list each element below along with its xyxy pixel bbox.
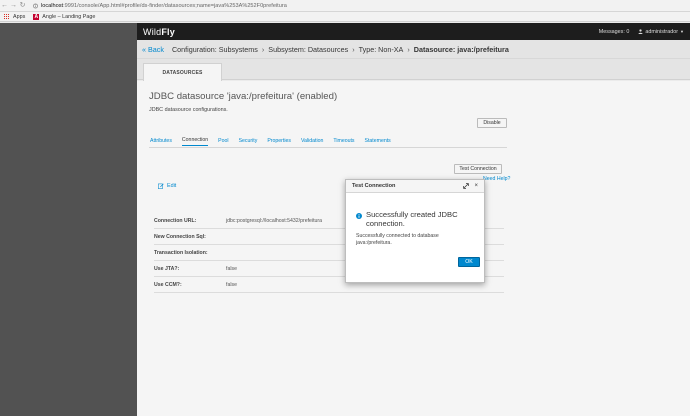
page-info-icon[interactable] (33, 3, 38, 9)
attribute-value: false (226, 266, 237, 272)
attribute-label: Use CCM?: (154, 282, 182, 288)
edit-label: Edit (167, 183, 177, 189)
edit-icon (158, 183, 164, 189)
breadcrumb-item[interactable]: Type: Non-XA (359, 45, 404, 54)
main-tabstrip: DATASOURCES (137, 59, 690, 81)
subtab-statements[interactable]: Statements (365, 138, 391, 146)
success-message: Successfully created JDBC connection. (366, 210, 458, 228)
address-bar[interactable]: localhost:9991/console/App.html#profile/… (33, 1, 287, 11)
wildfly-logo[interactable]: WildFly (143, 27, 175, 37)
subtab-properties[interactable]: Properties (267, 138, 291, 146)
caret-down-icon: ▼ (680, 29, 684, 34)
subtab-divider (149, 147, 507, 148)
browser-toolbar: ← → ↻ localhost:9991/console/App.html#pr… (0, 0, 690, 12)
ok-button[interactable]: OK (458, 257, 480, 267)
subtab-attributes[interactable]: Attributes (150, 138, 172, 146)
breadcrumb-item[interactable]: Configuration: Subsystems (172, 45, 258, 54)
maximize-icon[interactable] (463, 183, 470, 189)
back-arrow-icon[interactable]: ← (0, 1, 9, 10)
user-name: administrador (645, 28, 679, 35)
breadcrumb: « Back Configuration: Subsystems › Subsy… (137, 40, 690, 59)
close-icon[interactable]: × (474, 183, 478, 189)
back-link[interactable]: « Back (142, 45, 164, 54)
breadcrumb-separator: › (352, 44, 355, 54)
success-detail: Successfully connected to database java:… (356, 233, 439, 246)
apps-grid-icon (4, 13, 10, 20)
disable-button[interactable]: Disable (477, 118, 507, 128)
bookmark-angle[interactable]: A Angle – Landing Page (33, 13, 96, 20)
bookmark-apps[interactable]: Apps (4, 13, 26, 20)
logo-text-bold: Fly (161, 26, 175, 37)
bookmarks-bar: Apps A Angle – Landing Page (0, 12, 690, 22)
message-heading: Successfully created JDBC connection. (356, 210, 474, 228)
angle-logo-icon: A (33, 13, 40, 20)
subtab-security[interactable]: Security (239, 138, 258, 146)
dialog-body: Successfully created JDBC connection. Su… (346, 193, 484, 246)
messages-link[interactable]: Messages: 0 (599, 29, 630, 35)
subtab-timeouts[interactable]: Timeouts (333, 138, 354, 146)
attribute-value: jdbc:postgresql://localhost:5432/prefeit… (226, 218, 323, 224)
subtab-pool[interactable]: Pool (218, 138, 228, 146)
forward-arrow-icon[interactable]: → (9, 1, 18, 10)
info-icon (356, 213, 362, 219)
test-connection-button[interactable]: Test Connection (454, 164, 502, 174)
modal-backdrop (0, 23, 137, 416)
attribute-label: Use JTA?: (154, 266, 180, 272)
subtab-connection[interactable]: Connection (181, 137, 209, 146)
url-path: :9991/console/App.html#profile/ds-finder… (63, 2, 287, 9)
user-icon (638, 29, 643, 34)
attribute-value: false (226, 282, 237, 288)
breadcrumb-separator: › (261, 44, 265, 54)
user-menu[interactable]: administrador ▼ (638, 29, 684, 35)
bookmark-label: Angle – Landing Page (42, 13, 96, 20)
tab-datasources[interactable]: DATASOURCES (143, 63, 222, 81)
bookmark-label: Apps (13, 13, 26, 20)
reload-icon[interactable]: ↻ (18, 1, 27, 10)
dialog-title: Test Connection (352, 183, 396, 189)
attribute-label: Connection URL: (154, 218, 197, 224)
dialog-header: Test Connection × (346, 180, 484, 193)
page-title: JDBC datasource 'java:/prefeitura' (enab… (149, 91, 338, 102)
subtab-validation[interactable]: Validation (301, 138, 323, 146)
breadcrumb-current: Datasource: java:/prefeitura (413, 44, 509, 54)
breadcrumb-item[interactable]: Subsystem: Datasources (268, 45, 348, 54)
test-connection-dialog: Test Connection × Successfully created J… (345, 179, 485, 283)
subtab-bar: Attributes Connection Pool Security Prop… (150, 136, 401, 146)
need-help-link[interactable]: Need Help? (483, 176, 510, 182)
top-navbar: WildFly Messages: 0 administrador ▼ (137, 23, 690, 40)
page-description: JDBC datasource configurations. (149, 107, 228, 113)
logo-text-light: Wild (143, 26, 162, 37)
attribute-label: Transaction Isolation: (154, 250, 208, 256)
edit-link[interactable]: Edit (158, 183, 176, 189)
url-host: localhost (41, 2, 64, 9)
attribute-label: New Connection Sql: (154, 234, 206, 240)
breadcrumb-separator: › (407, 44, 410, 54)
